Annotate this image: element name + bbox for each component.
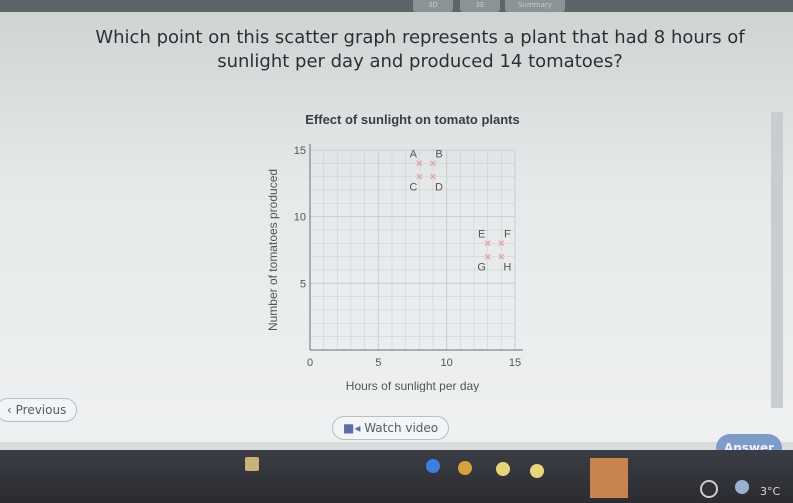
top-tab-bar: 3D 3E Summary bbox=[0, 0, 793, 12]
scrollbar[interactable] bbox=[771, 112, 783, 408]
app-icon[interactable] bbox=[496, 462, 510, 476]
y-tick-label: 10 bbox=[294, 212, 306, 224]
temperature: 3°C bbox=[760, 485, 781, 498]
point-label-C: C bbox=[409, 182, 417, 194]
orange-window-thumbnail[interactable] bbox=[590, 458, 628, 498]
question-page: Which point on this scatter graph repres… bbox=[0, 12, 793, 442]
x-tick-label: 10 bbox=[441, 357, 453, 369]
point-label-E: E bbox=[478, 228, 485, 240]
tab-summary[interactable]: Summary bbox=[505, 0, 565, 12]
y-tick-label: 15 bbox=[294, 145, 306, 157]
x-tick-label: 15 bbox=[509, 357, 521, 369]
scatter-chart: Effect of sunlight on tomato plants 0 5 10 1… bbox=[266, 112, 523, 392]
previous-label: Previous bbox=[15, 403, 67, 417]
point-label-A: A bbox=[410, 148, 418, 160]
question-text: Which point on this scatter graph repres… bbox=[95, 27, 745, 72]
x-axis-label: Hours of sunlight per day bbox=[346, 379, 479, 392]
tab-3e[interactable]: 3E bbox=[460, 0, 500, 12]
watch-video-button[interactable]: ■◂ Watch video bbox=[332, 416, 450, 440]
chrome-icon[interactable] bbox=[458, 461, 472, 475]
point-label-H: H bbox=[503, 262, 511, 274]
app-icon-2[interactable] bbox=[530, 464, 544, 478]
video-icon: ■◂ bbox=[343, 421, 365, 435]
x-tick-label: 0 bbox=[307, 357, 313, 369]
zoom-icon[interactable] bbox=[426, 459, 440, 473]
chart-title: Effect of sunlight on tomato plants bbox=[305, 112, 520, 127]
y-axis-label: Number of tomatoes produced bbox=[266, 169, 280, 331]
point-label-B: B bbox=[435, 148, 442, 160]
y-tick-label: 5 bbox=[300, 278, 306, 290]
x-tick-label: 5 bbox=[375, 357, 381, 369]
tab-3d[interactable]: 3D bbox=[413, 0, 453, 12]
point-label-G: G bbox=[477, 262, 486, 274]
chevron-left-icon: ‹ bbox=[7, 403, 16, 417]
watch-video-label: Watch video bbox=[364, 421, 439, 435]
file-explorer-icon[interactable] bbox=[245, 457, 259, 471]
help-icon[interactable] bbox=[700, 480, 718, 498]
taskbar bbox=[0, 450, 793, 503]
weather-icon bbox=[735, 480, 749, 494]
point-label-D: D bbox=[435, 182, 443, 194]
previous-button[interactable]: ‹ Previous bbox=[0, 398, 78, 422]
point-label-F: F bbox=[504, 228, 511, 240]
